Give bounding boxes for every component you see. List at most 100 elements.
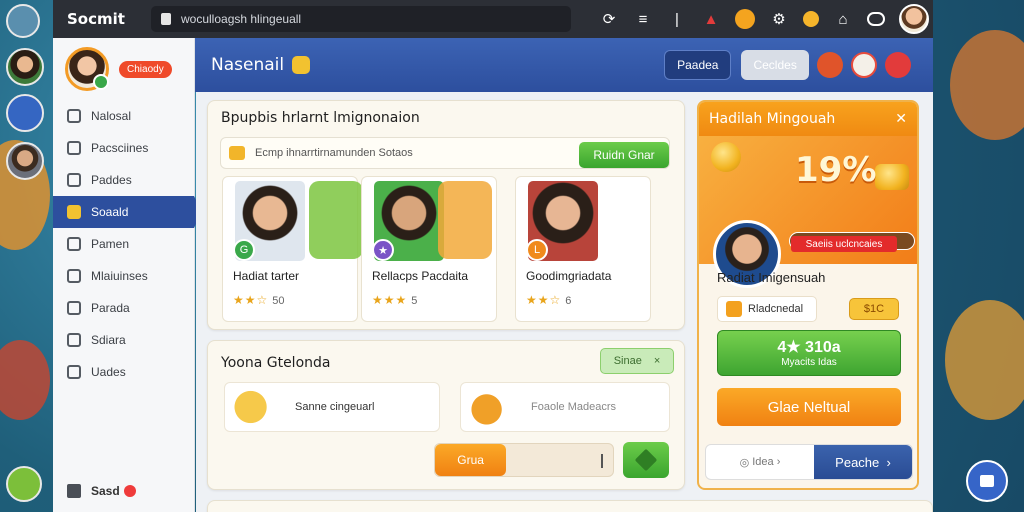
reward-chip-label: Rladcnedal	[748, 303, 804, 315]
reward-claim-button[interactable]: 4★ 310a Myacits Idas	[717, 330, 901, 376]
sidebar-item-7[interactable]: Sdiara	[53, 324, 194, 356]
nav-icon	[67, 173, 81, 187]
friend-rating-count: 50	[272, 295, 285, 307]
sidebar-item-label: Mlaiuinses	[91, 269, 148, 283]
friends-card-title: Bpupbis hrlarnt lmignonaion	[221, 110, 420, 126]
weekly-item-2-label: Foaole Madeacrs	[531, 401, 616, 413]
weekly-item-2[interactable]: Foaole Madeacrs	[460, 382, 670, 432]
nav-icon	[67, 141, 81, 155]
friend-card[interactable]: ★ Rellacps Pacdaita ★★★ 5	[361, 176, 497, 322]
reward-chip-value[interactable]: $1C	[849, 298, 899, 320]
star-icons: ★★☆	[233, 293, 269, 307]
star-icons: ★★★	[372, 293, 408, 307]
nav-icon	[67, 269, 81, 283]
friend-card[interactable]: L Goodimgriadata ★★☆ 6	[515, 176, 651, 322]
rail-app-icon[interactable]	[6, 4, 40, 38]
reward-percent: 19%	[795, 150, 877, 190]
header-secondary-button[interactable]: Cecldes	[741, 50, 809, 80]
reward-amount-sub: Myacits Idas	[781, 357, 837, 368]
coin-icon[interactable]	[803, 11, 819, 27]
background-blob	[0, 340, 50, 420]
progress-track[interactable]: Grua	[434, 443, 614, 477]
gear-icon[interactable]: ⚙	[769, 9, 789, 29]
close-icon[interactable]: ✕	[895, 111, 907, 127]
emoji-icon[interactable]	[735, 9, 755, 29]
reward-next-button[interactable]: Peache ›	[814, 445, 912, 479]
sidebar-item-label: Parada	[91, 301, 130, 315]
friend-rating-count: 5	[411, 295, 418, 307]
page-header: Nasenail Paadea Cecldes	[195, 38, 933, 92]
notification-dot	[123, 485, 136, 497]
reward-orange-button[interactable]: Glae Neltual	[717, 388, 901, 426]
diamond-icon	[634, 448, 658, 472]
friend-rating-count: 6	[565, 295, 572, 307]
reward-chip[interactable]: Rladcnedal	[717, 296, 817, 322]
friend-sticker	[309, 181, 363, 259]
sidebar-item-3[interactable]: Soaald	[53, 196, 202, 228]
background-blob	[950, 30, 1024, 140]
user-avatar[interactable]	[899, 4, 929, 34]
weekly-card-title: Yoona Gtelonda	[221, 355, 331, 371]
reward-red-label: Saeiis uclcncaies	[791, 236, 897, 252]
sidebar-footer-label: Sasd	[91, 484, 120, 498]
mascot-avatar-3[interactable]	[884, 52, 911, 78]
progress-fill: Grua	[435, 444, 507, 476]
browser-toolbar: Socmit woculloagsh hlingeuall ⟳ ≡ | ▲ ⚙ …	[53, 0, 933, 38]
weekly-item-1[interactable]: Sanne cingeuarl	[224, 382, 440, 432]
lock-button[interactable]	[966, 460, 1008, 502]
weekly-chip[interactable]: Sinae ×	[600, 348, 674, 374]
star-icons: ★★☆	[526, 293, 562, 307]
mascot-avatar-2[interactable]	[850, 52, 877, 78]
sidebar-item-0[interactable]: Nalosal	[53, 100, 194, 132]
list-icon[interactable]: ≡	[633, 9, 653, 29]
rail-avatar-3[interactable]	[6, 142, 44, 180]
gift-icon	[726, 301, 742, 317]
gift-icon	[229, 146, 245, 160]
sidebar-item-2[interactable]: Paddes	[53, 164, 194, 196]
profile-header: Chiaody	[53, 38, 194, 100]
confirm-button[interactable]	[623, 442, 669, 478]
friend-rating: ★★☆ 50	[233, 293, 285, 307]
divider-icon: |	[675, 10, 679, 28]
sidebar-item-1[interactable]: Pacsciines	[53, 132, 194, 164]
reward-bottom-left[interactable]: ◎ Idea ›	[706, 445, 814, 479]
coin-icon	[875, 164, 909, 190]
sidebar-item-label: Soaald	[91, 205, 129, 219]
box-icon	[67, 484, 81, 498]
reward-bottom-left-label: Idea	[752, 456, 774, 468]
friend-tag-badge: L	[526, 239, 548, 261]
rail-status-button[interactable]	[6, 466, 42, 502]
home-icon[interactable]: ⌂	[833, 9, 853, 29]
lock-icon	[161, 13, 171, 25]
page-title: Nasenail	[211, 55, 285, 75]
promo-button[interactable]: Ruidn Gnar	[579, 142, 669, 168]
progress-knob[interactable]	[601, 454, 603, 468]
mascot-avatar-1[interactable]	[816, 52, 843, 78]
share-icon[interactable]: ⟳	[599, 9, 619, 29]
header-primary-button[interactable]: Paadea	[664, 50, 732, 80]
friend-name: Hadiat tarter	[233, 269, 300, 283]
profile-avatar[interactable]	[65, 47, 109, 91]
rail-avatar-2[interactable]	[6, 94, 44, 132]
sidebar-item-8[interactable]: Uades	[53, 356, 194, 388]
nav-icon	[67, 205, 81, 219]
sidebar-item-5[interactable]: Mlaiuinses	[53, 260, 194, 292]
coin-icon	[711, 142, 741, 172]
tree-icon[interactable]: ▲	[701, 9, 721, 29]
sidebar-item-6[interactable]: Parada	[53, 292, 194, 324]
profile-status-badge[interactable]: Chiaody	[119, 60, 172, 78]
friend-card[interactable]: G Hadiat tarter ★★☆ 50	[222, 176, 363, 322]
nav-icon	[67, 333, 81, 347]
address-bar[interactable]: woculloagsh hlingeuall	[151, 6, 571, 32]
background-blob	[945, 300, 1024, 420]
sidebar-footer-item[interactable]: Sasd	[67, 484, 136, 498]
close-icon[interactable]: ×	[654, 355, 660, 367]
lock-icon	[980, 475, 994, 487]
promo-text: Ecmp ihnarrtirnamunden Sotaos	[255, 147, 413, 159]
toggle-icon[interactable]	[867, 12, 885, 26]
rail-avatar-1[interactable]	[6, 48, 44, 86]
reward-panel: Hadilah Mingouah ✕ 19% Gnsnmeocecanms Sa…	[697, 100, 919, 490]
coin-stack-icon	[225, 383, 289, 431]
reward-header: Hadilah Mingouah ✕	[699, 102, 917, 136]
sidebar-item-4[interactable]: Pamen	[53, 228, 194, 260]
